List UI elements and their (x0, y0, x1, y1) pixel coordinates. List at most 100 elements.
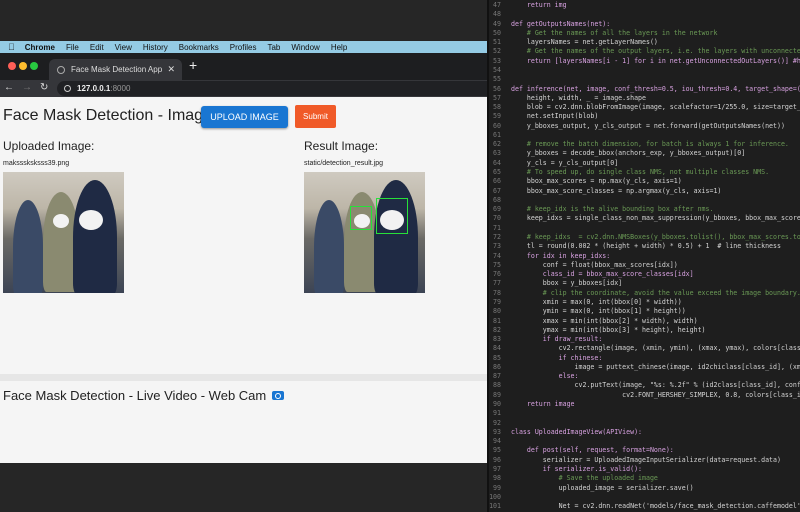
line-number: 82 (493, 325, 501, 334)
code-line: conf = float(bbox_max_scores[idx]) (511, 260, 678, 269)
code-line: for idx in keep_idxs: (511, 251, 611, 260)
code-line: if draw_result: (511, 335, 603, 344)
line-number: 78 (493, 288, 501, 297)
line-number: 85 (493, 353, 501, 362)
line-number: 96 (493, 455, 501, 464)
menu-profiles[interactable]: Profiles (230, 43, 257, 52)
line-number: 95 (493, 446, 501, 455)
back-icon[interactable]: ← (4, 82, 14, 93)
code-line: # keep_idx is the alive bounding box aft… (511, 205, 714, 214)
line-number: 72 (493, 233, 501, 241)
new-tab-button[interactable]: + (189, 57, 197, 73)
maximize-window-button[interactable] (30, 62, 38, 70)
line-number: 53 (493, 56, 501, 65)
code-line: def inference(net, image, conf_thresh=0.… (511, 84, 800, 93)
minimize-window-button[interactable] (19, 62, 27, 70)
line-number: 100 (489, 492, 501, 501)
camera-icon[interactable] (272, 391, 285, 400)
line-number: 99 (493, 483, 501, 492)
submit-button[interactable]: Submit (295, 105, 336, 128)
code-line: y_bboxes = decode_bbox(anchors_exp, y_bb… (511, 149, 746, 158)
upload-image-button[interactable]: UPLOAD IMAGE (201, 106, 288, 128)
line-number: 91 (493, 409, 501, 418)
code-line: # Get the names of the output layers, i.… (511, 47, 800, 56)
menu-edit[interactable]: Edit (90, 43, 104, 52)
line-number: 67 (493, 186, 501, 195)
code-line: blob = cv2.dnn.blobFromImage(image, scal… (511, 103, 800, 112)
url-host: 127.0.0.1 (77, 84, 111, 93)
menu-bookmarks[interactable]: Bookmarks (179, 43, 219, 52)
code-line: xmin = max(0, int(bbox[0] * width)) (511, 297, 682, 306)
code-line: # Get the names of all the layers in the… (511, 28, 718, 37)
line-number: 63 (493, 149, 501, 158)
code-line: Net = cv2.dnn.readNet('models/face_mask_… (511, 502, 800, 511)
code-line: class_id = bbox_max_score_classes[idx] (511, 270, 694, 279)
line-number: 70 (493, 214, 501, 223)
code-line: height, width, _ = image.shape (511, 93, 646, 102)
line-number: 73 (493, 242, 501, 251)
globe-icon (57, 65, 65, 74)
result-image (304, 172, 425, 293)
toolbar: ← → ↻ 127.0.0.1 :8000 (0, 80, 487, 97)
menu-file[interactable]: File (66, 43, 79, 52)
close-tab-icon[interactable]: ✕ (167, 64, 175, 75)
line-number: 87 (493, 372, 501, 381)
code-line: if chinese: (511, 353, 603, 362)
page-title: Face Mask Detection - Image (3, 107, 212, 124)
uploaded-image (3, 172, 124, 293)
line-number: 81 (493, 316, 501, 325)
uploaded-image-heading: Uploaded Image: (3, 139, 95, 153)
live-video-heading: Face Mask Detection - Live Video - Web C… (3, 388, 285, 403)
result-image-heading: Result Image: (304, 139, 379, 153)
menu-window[interactable]: Window (291, 43, 319, 52)
line-number: 57 (493, 93, 501, 102)
line-number: 68 (493, 195, 501, 204)
code-line: return [layersNames[i - 1] for i in net.… (511, 56, 800, 65)
reload-icon[interactable]: ↻ (40, 82, 48, 93)
apple-icon[interactable]:  (8, 42, 15, 52)
code-line: bbox_max_score_classes = np.argmax(y_cls… (511, 186, 722, 195)
menu-history[interactable]: History (143, 43, 168, 52)
line-number: 90 (493, 400, 501, 409)
menu-app-name[interactable]: Chrome (25, 43, 55, 52)
section-divider (0, 374, 487, 381)
tab-face-mask-app[interactable]: Face Mask Detection App ✕ (49, 59, 182, 80)
close-window-button[interactable] (8, 62, 16, 70)
info-icon[interactable] (64, 85, 71, 92)
line-number: 77 (493, 279, 501, 288)
code-line: # Save the uploaded image (511, 474, 658, 483)
live-video-title: Face Mask Detection - Live Video - Web C… (3, 388, 267, 403)
code-line: if serializer.is_valid(): (511, 465, 643, 473)
line-number: 71 (493, 223, 501, 232)
code-line: bbox = y_bboxes[idx] (511, 279, 623, 288)
line-number: 60 (493, 121, 501, 130)
code-line: xmax = min(int(bbox[2] * width), width) (511, 316, 698, 325)
code-line: ymax = min(int(bbox[3] * height), height… (511, 325, 706, 334)
code-editor[interactable]: 47 return img 48 49 def getOutputsNames(net… (487, 0, 800, 512)
line-number: 79 (493, 297, 501, 306)
code-line: # keep_idxs = cv2.dnn.NMSBoxes(y_bboxes.… (511, 233, 800, 241)
address-bar[interactable]: 127.0.0.1 :8000 (57, 81, 487, 96)
line-number: 62 (493, 140, 501, 149)
line-number: 94 (493, 437, 501, 446)
code-line: keep_idxs = single_class_non_max_suppres… (511, 214, 800, 223)
url-port: :8000 (110, 84, 131, 93)
line-number: 52 (493, 47, 501, 56)
line-number: 66 (493, 177, 501, 186)
code-line: def getOutputsNames(net): (511, 19, 611, 28)
uploaded-filename: maksssksksss39.png (3, 160, 70, 167)
line-number: 101 (489, 502, 501, 511)
forward-icon[interactable]: → (22, 82, 32, 93)
line-number: 54 (493, 65, 501, 74)
line-number: 55 (493, 75, 501, 84)
code-line: cv2.putText(image, "%s: %.2f" % (id2clas… (511, 381, 800, 390)
code-line: else: (511, 372, 579, 381)
menu-view[interactable]: View (115, 43, 132, 52)
code-line: y_cls = y_cls_output[0] (511, 158, 619, 167)
line-number: 61 (493, 130, 501, 139)
menu-tab[interactable]: Tab (267, 43, 280, 52)
code-line: image = puttext_chinese(image, id2chicla… (511, 362, 800, 371)
tab-bar: Face Mask Detection App ✕ + (0, 53, 487, 80)
line-number: 97 (493, 465, 501, 473)
menu-help[interactable]: Help (331, 43, 347, 52)
